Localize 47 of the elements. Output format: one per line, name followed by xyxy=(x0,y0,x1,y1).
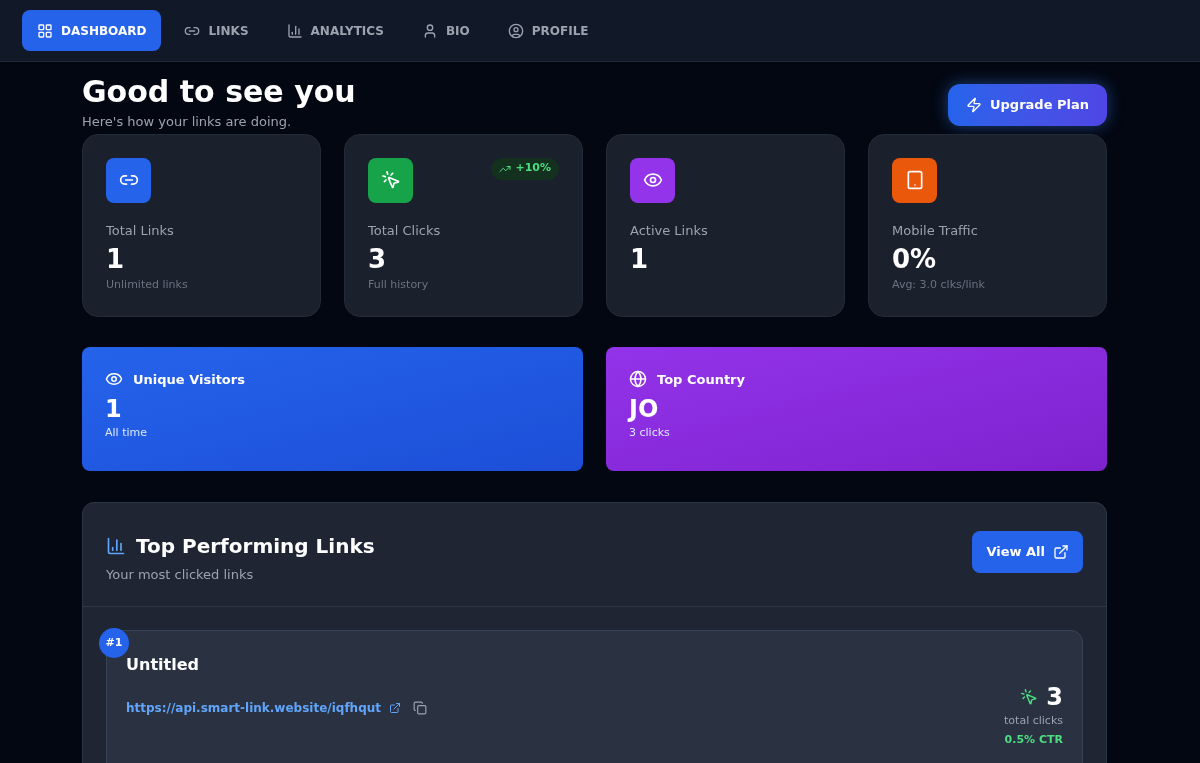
stat-note: Unlimited links xyxy=(106,277,189,293)
page-title: Good to see you xyxy=(82,74,356,110)
grid-icon xyxy=(37,22,53,39)
stat-label: Total Links xyxy=(106,221,175,240)
highlight-note: All time xyxy=(105,425,148,441)
nav-tab[interactable]: ANALYTICS xyxy=(271,10,399,51)
nav-tab[interactable]: BIO xyxy=(406,10,485,51)
nav-tab[interactable]: LINKS xyxy=(169,10,264,51)
view-all-button[interactable]: View All xyxy=(972,530,1083,573)
stat-label: Total Clicks xyxy=(368,221,442,240)
external-link-icon xyxy=(1053,543,1069,560)
panel-subtitle: Your most clicked links xyxy=(106,565,255,584)
link-url[interactable]: https://api.smart-link.website/iqfhqut xyxy=(126,699,382,717)
eye-icon xyxy=(642,170,663,190)
cursor-click-icon xyxy=(1020,688,1039,706)
stat-value: 1 xyxy=(630,243,650,276)
clicks-label: total clicks xyxy=(1004,713,1063,729)
trend-badge: +10% xyxy=(491,157,559,180)
highlight-label: Top Country xyxy=(657,370,745,389)
stat-value: 3 xyxy=(368,243,388,276)
nav-tab[interactable]: PROFILE xyxy=(492,10,604,51)
user-circle-icon xyxy=(507,22,524,39)
ctr-value: 0.5% CTR xyxy=(1004,731,1063,748)
rank-badge: #1 xyxy=(99,628,129,658)
click-count: 3 xyxy=(1046,683,1063,711)
upgrade-plan-button[interactable]: Upgrade Plan xyxy=(948,84,1107,126)
stat-note: Avg: 3.0 clks/link xyxy=(892,277,986,293)
stat-label: Active Links xyxy=(630,221,709,240)
bar-chart-icon xyxy=(286,22,303,39)
stat-value: 0% xyxy=(892,243,938,276)
nav-tab[interactable]: DASHBOARD xyxy=(22,10,162,51)
stat-label: Mobile Traffic xyxy=(892,221,979,240)
external-link-icon[interactable] xyxy=(389,702,402,714)
highlight-value: JO xyxy=(629,394,660,425)
globe-icon xyxy=(629,370,647,389)
link-title: Untitled xyxy=(126,654,200,676)
highlight-value: 1 xyxy=(105,394,123,425)
stat-note: Full history xyxy=(368,277,430,293)
copy-icon[interactable] xyxy=(413,701,428,715)
page-subtitle: Here's how your links are doing. xyxy=(82,113,293,131)
bar-chart-icon xyxy=(106,535,126,556)
cursor-click-icon xyxy=(380,170,401,190)
stat-value: 1 xyxy=(106,243,126,276)
lightning-icon xyxy=(966,97,982,113)
highlight-note: 3 clicks xyxy=(629,425,671,441)
highlight-label: Unique Visitors xyxy=(133,370,245,389)
panel-title: Top Performing Links xyxy=(136,532,375,560)
